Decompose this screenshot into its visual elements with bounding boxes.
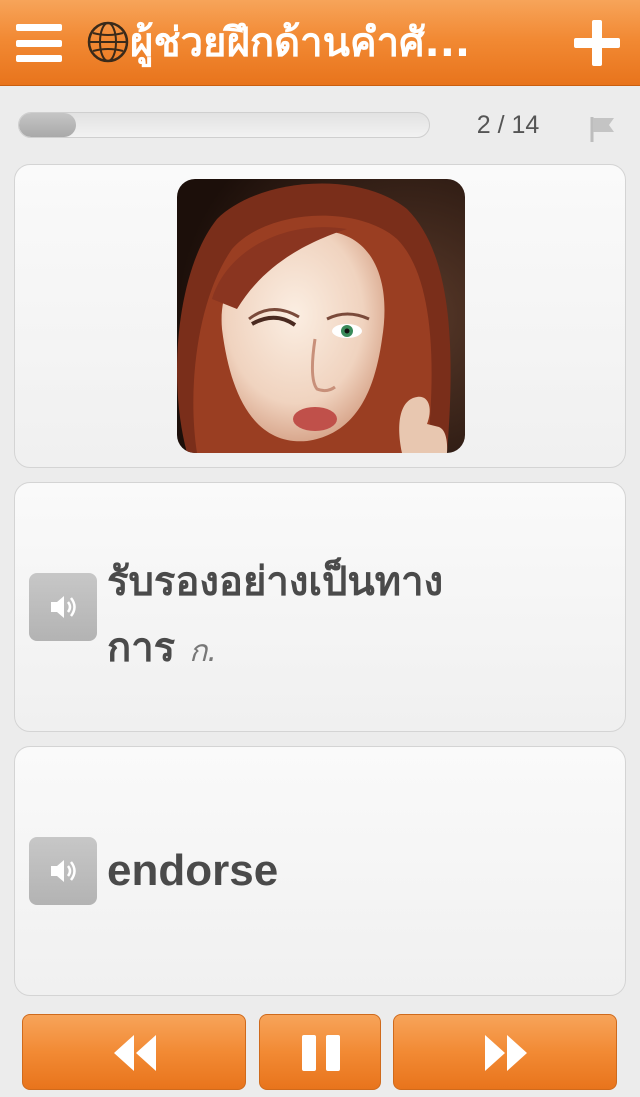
english-word: endorse [107, 846, 279, 895]
image-card [14, 164, 626, 468]
thai-word-card: รับรองอย่างเป็นทางการ ก. [14, 482, 626, 732]
part-of-speech: ก. [189, 634, 217, 669]
flag-icon[interactable] [588, 114, 618, 144]
next-button[interactable] [393, 1014, 617, 1090]
speaker-icon[interactable] [29, 837, 97, 905]
progress-bar [18, 112, 430, 138]
rewind-icon [114, 1035, 156, 1071]
progress-fill [19, 113, 77, 137]
hamburger-menu-icon[interactable] [16, 20, 62, 66]
word-illustration-image [177, 179, 465, 453]
thai-word: รับรองอย่างเป็นทางการ [107, 559, 444, 671]
progress-counter: 2 / 14 [476, 111, 540, 139]
speaker-icon[interactable] [29, 573, 97, 641]
app-header: ผู้ช่วยฝึกด้านคำศั... [0, 0, 640, 86]
english-word-card: endorse [14, 746, 626, 996]
pause-icon [302, 1035, 340, 1071]
pause-button[interactable] [259, 1014, 381, 1090]
globe-icon [87, 21, 129, 63]
plus-icon[interactable] [574, 20, 620, 66]
page-title: ผู้ช่วยฝึกด้านคำศั... [130, 20, 471, 66]
thai-word-text: รับรองอย่างเป็นทางการ ก. [107, 549, 507, 685]
previous-button[interactable] [22, 1014, 246, 1090]
fast-forward-icon [485, 1035, 527, 1071]
